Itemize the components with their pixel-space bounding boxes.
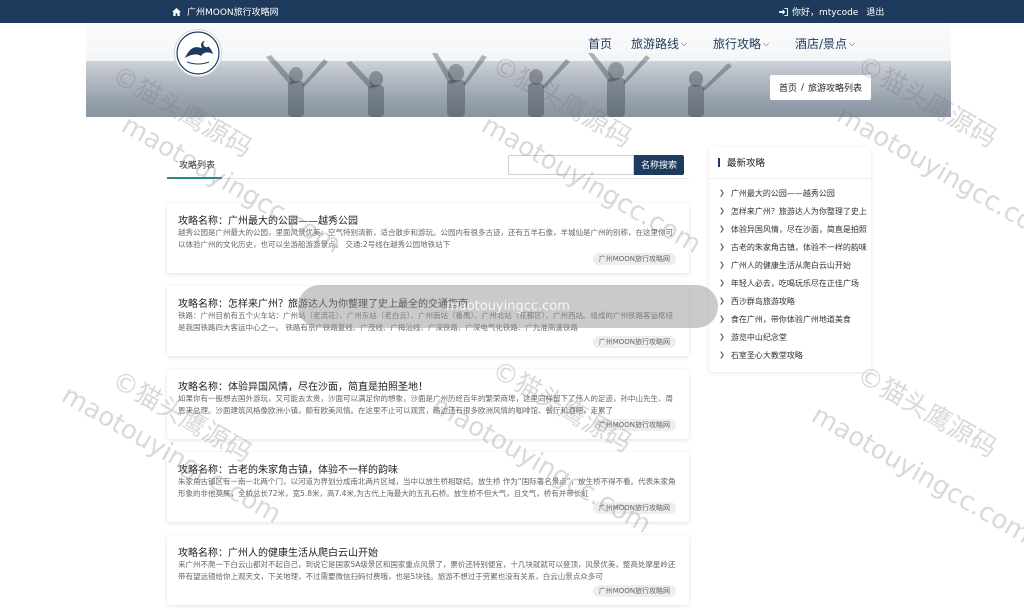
guide-card[interactable]: 攻略名称：广州最大的公园——越秀公园 越秀公园是广州最大的公园，里面风景优美、空… [167, 203, 689, 273]
nav-guides-label: 旅行攻略 [713, 37, 762, 51]
divider [709, 178, 871, 179]
breadcrumb-home[interactable]: 首页 [779, 81, 797, 94]
latest-guide-label: 古老的朱家角古镇，体验不一样的韵味 [730, 242, 867, 252]
chevron-down-icon: ⌵ [849, 38, 856, 48]
breadcrumb-current: 旅游攻略列表 [808, 84, 863, 94]
guide-card-title[interactable]: 攻略名称：体验异国风情，尽在沙面，简直是拍照圣地！ [178, 378, 428, 393]
guide-card-tag: 广州MOON旅行攻略网 [592, 253, 676, 265]
guide-card-excerpt: 如果你有一股想去国外游玩，又可能去太贵，沙面可以满足你的想象，沙面是广州历经百年… [178, 394, 673, 415]
guide-card-excerpt: 越秀公园是广州最大的公园，里面风景优美、空气特别清新，适合散步和游玩。公园内有很… [178, 228, 673, 249]
latest-guide-label: 游览中山纪念堂 [730, 332, 787, 342]
watermark-text: ©猫头鹰源码 [852, 360, 1002, 464]
user-menu: 你好，mtycode 退出 [779, 5, 884, 18]
guide-card-tag: 广州MOON旅行攻略网 [592, 419, 676, 431]
chevron-right-icon: ❯ [719, 207, 725, 215]
guide-card-excerpt: 朱家角古镇区有一南一北两个门，以河道为界划分成南北两片区域，当中以放生桥相联结。… [178, 477, 676, 498]
latest-guide-item[interactable]: ❯ 体验异国风情，尽在沙面，简直是拍照圣地！ [719, 220, 867, 238]
latest-guide-label: 西沙群岛旅游攻略 [730, 296, 795, 306]
latest-guides-title: 最新攻略 [727, 158, 766, 169]
accent-bar [718, 157, 720, 167]
search-input[interactable] [508, 155, 634, 175]
guide-card[interactable]: 攻略名称：古老的朱家角古镇，体验不一样的韵味 朱家角古镇区有一南一北两个门，以河… [167, 452, 689, 522]
guide-card-excerpt: 来广州不爬一下白云山都对不起自己，到说它是国家5A级景区和国家重点风景了，票价还… [178, 560, 676, 581]
chevron-right-icon: ❯ [719, 225, 725, 233]
site-brand[interactable]: 广州MOON旅行攻略网 [172, 5, 279, 18]
latest-guide-item[interactable]: ❯ 广州人的健康生活从爬白云山开始 [719, 256, 867, 274]
guide-card-tag: 广州MOON旅行攻略网 [592, 502, 676, 514]
latest-guide-item[interactable]: ❯ 年轻人必去，吃喝玩乐尽在正佳广场 [719, 274, 867, 292]
guide-card-tag: 广州MOON旅行攻略网 [592, 585, 676, 597]
nav-hotels-sights-label: 酒店/景点 [795, 37, 848, 51]
nav-home[interactable]: 首页 [588, 35, 612, 52]
latest-guide-item[interactable]: ❯ 怎样来广州？旅游达人为你整理了史上最全的交通指南 [719, 202, 867, 220]
chevron-right-icon: ❯ [719, 315, 725, 323]
chevron-right-icon: ❯ [719, 297, 725, 305]
latest-guide-item[interactable]: ❯ 食在广州，带你体验广州地道美食 [719, 310, 867, 328]
tab-guide-list[interactable]: 攻略列表 [167, 148, 222, 179]
latest-guides-list: ❯ 广州最大的公园——越秀公园 ❯ 怎样来广州？旅游达人为你整理了史上最全的交通指南… [719, 184, 867, 364]
watermark-text: maotouyingcc.com [807, 400, 1024, 550]
top-bar: 广州MOON旅行攻略网 你好，mtycode 退出 [0, 0, 1024, 23]
latest-guide-label: 年轻人必去，吃喝玩乐尽在正佳广场 [730, 278, 859, 288]
chevron-right-icon: ❯ [719, 279, 725, 287]
breadcrumb-separator: / [800, 82, 805, 93]
latest-guide-label: 石室圣心大教堂攻略 [730, 350, 803, 360]
latest-guide-item[interactable]: ❯ 广州最大的公园——越秀公园 [719, 184, 867, 202]
guide-card-tag: 广州MOON旅行攻略网 [592, 336, 676, 348]
latest-guide-label: 体验异国风情，尽在沙面，简直是拍照圣地！ [730, 224, 867, 234]
latest-guide-label: 广州最大的公园——越秀公园 [730, 188, 835, 198]
latest-guide-label: 怎样来广州？旅游达人为你整理了史上最全的交通指南 [730, 206, 867, 216]
logout-link[interactable]: 退出 [866, 5, 884, 18]
guide-card[interactable]: 攻略名称：广州人的健康生活从爬白云山开始 来广州不爬一下白云山都对不起自己，到说… [167, 535, 689, 605]
user-greeting[interactable]: 你好，mtycode [792, 5, 858, 18]
breadcrumb: 首页 / 旅游攻略列表 [770, 75, 871, 100]
latest-guide-item[interactable]: ❯ 西沙群岛旅游攻略 [719, 292, 867, 310]
chevron-right-icon: ❯ [719, 261, 725, 269]
latest-guide-item[interactable]: ❯ 石室圣心大教堂攻略 [719, 346, 867, 364]
nav-home-label: 首页 [588, 37, 613, 51]
chevron-down-icon: ⌵ [763, 38, 770, 48]
chevron-right-icon: ❯ [719, 351, 725, 359]
search-by-name-button[interactable]: 名称搜索 [634, 155, 684, 175]
latest-guide-item[interactable]: ❯ 古老的朱家角古镇，体验不一样的韵味 [719, 238, 867, 256]
latest-guides-panel: 最新攻略 ❯ 广州最大的公园——越秀公园 ❯ 怎样来广州？旅游达人为你整理了史上最全… [709, 147, 871, 372]
nav-guides[interactable]: 旅行攻略 ⌵ [713, 35, 769, 52]
guide-card-title[interactable]: 攻略名称：广州最大的公园——越秀公园 [178, 212, 358, 227]
chevron-right-icon: ❯ [719, 333, 725, 341]
hero-silhouettes [266, 53, 732, 117]
latest-guide-label: 食在广州，带你体验广州地道美食 [730, 314, 851, 324]
moon-logo-icon [176, 31, 220, 75]
guide-card-title[interactable]: 攻略名称：广州人的健康生活从爬白云山开始 [178, 544, 378, 559]
home-icon [172, 7, 181, 16]
chevron-right-icon: ❯ [719, 189, 725, 197]
guide-card[interactable]: 攻略名称：体验异国风情，尽在沙面，简直是拍照圣地！ 如果你有一股想去国外游玩，又… [167, 369, 689, 439]
chevron-right-icon: ❯ [719, 243, 725, 251]
site-brand-label: 广州MOON旅行攻略网 [187, 8, 279, 18]
hero-banner: 首页 旅游路线 ⌵ 旅行攻略 ⌵ 酒店/景点 ⌵ 首页 / 旅游攻略列表 [86, 23, 951, 117]
nav-hotels-sights[interactable]: 酒店/景点 ⌵ [795, 35, 855, 52]
latest-guide-item[interactable]: ❯ 游览中山纪念堂 [719, 328, 867, 346]
site-logo[interactable] [174, 29, 222, 77]
latest-guide-label: 广州人的健康生活从爬白云山开始 [730, 260, 851, 270]
nav-routes[interactable]: 旅游路线 ⌵ [631, 35, 687, 52]
guide-card-title[interactable]: 攻略名称：古老的朱家角古镇，体验不一样的韵味 [178, 461, 398, 476]
chevron-down-icon: ⌵ [681, 38, 688, 48]
watermark-overlay: maotouyingcc.com [298, 285, 718, 328]
latest-guides-header: 最新攻略 [718, 155, 765, 169]
nav-routes-label: 旅游路线 [631, 37, 680, 51]
sign-in-icon [779, 7, 788, 16]
